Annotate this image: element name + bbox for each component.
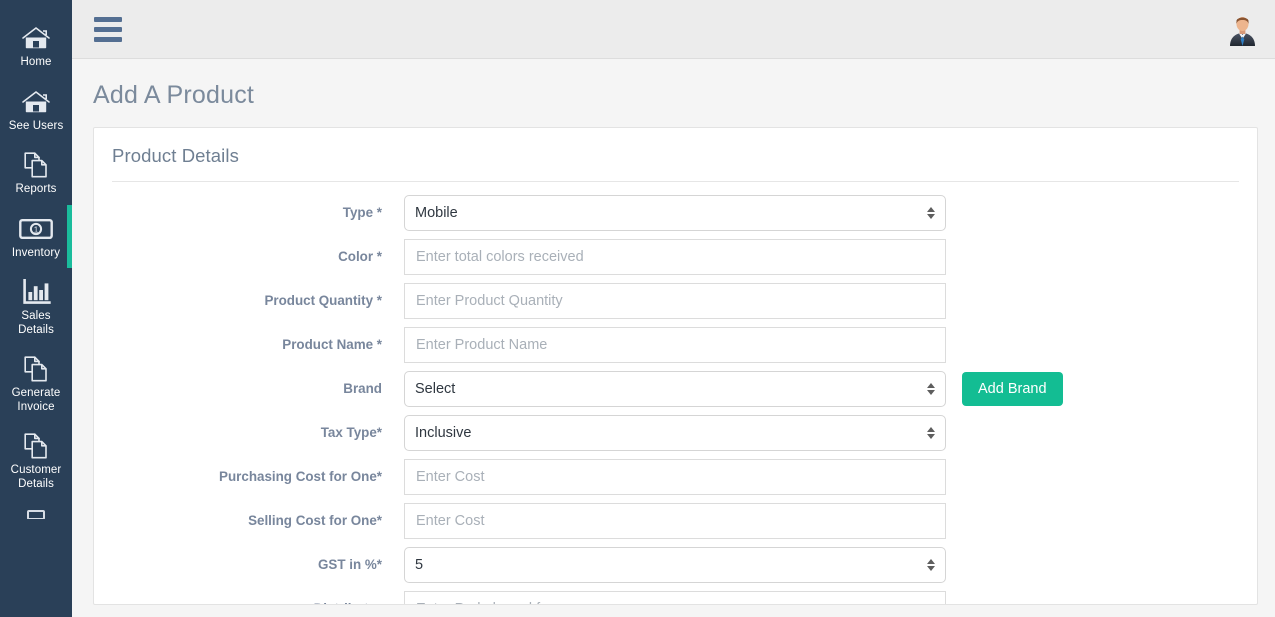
copy-files-icon xyxy=(23,432,50,460)
sidebar-item-label: Customer Details xyxy=(2,464,70,491)
field-wrap-product-name xyxy=(404,327,946,363)
field-wrap-product-quantity xyxy=(404,283,946,319)
label-purchasing-cost-for-one: Purchasing Cost for One* xyxy=(94,459,404,495)
home-icon xyxy=(2,87,70,117)
bar-chart-icon xyxy=(22,279,51,305)
field-wrap-color xyxy=(404,239,946,275)
select-brand[interactable]: Select xyxy=(404,371,946,407)
sidebar-item-reports[interactable]: Reports xyxy=(0,141,72,205)
sidebar-item-customer-details[interactable]: Customer Details xyxy=(0,422,72,499)
copy-files-icon xyxy=(23,355,50,383)
label-color: Color * xyxy=(94,239,404,275)
form-row-distributor: Distributor xyxy=(94,591,1257,605)
sidebar-item-label: See Users xyxy=(2,120,70,134)
user-avatar-icon[interactable] xyxy=(1226,13,1259,46)
form-row-selling-cost-for-one: Selling Cost for One* xyxy=(94,503,1257,539)
sidebar-item-label: Generate Invoice xyxy=(2,387,70,414)
sidebar-item-see-users[interactable]: See Users xyxy=(0,78,72,142)
input-product-quantity[interactable] xyxy=(404,283,946,319)
bar-chart-icon xyxy=(2,277,70,307)
panel-title: Product Details xyxy=(112,145,1239,167)
sidebar-item-label: Home xyxy=(2,56,70,70)
label-product-name: Product Name * xyxy=(94,327,404,363)
form-row-brand: BrandSelect Add Brand xyxy=(94,371,1257,407)
sidebar-item-label: Inventory xyxy=(2,247,70,261)
hamburger-icon[interactable] xyxy=(92,13,124,46)
sidebar-item-partial-next[interactable] xyxy=(0,499,72,519)
form-row-color: Color * xyxy=(94,239,1257,275)
sidebar-item-label: Sales Details xyxy=(2,310,70,337)
form-row-product-quantity: Product Quantity * xyxy=(94,283,1257,319)
content-area: Add A Product Product Details Type *Mobi… xyxy=(72,59,1275,617)
page-title: Add A Product xyxy=(93,81,1258,110)
sidebar-item-inventory[interactable]: 1 Inventory xyxy=(0,205,72,269)
sidebar-item-home[interactable]: Home xyxy=(0,14,72,78)
label-gst-in: GST in %* xyxy=(94,547,404,583)
add-brand-button[interactable]: Add Brand xyxy=(962,372,1063,406)
label-selling-cost-for-one: Selling Cost for One* xyxy=(94,503,404,539)
select-tax-type[interactable]: Inclusive xyxy=(404,415,946,451)
form-row-gst-in: GST in %*5 xyxy=(94,547,1257,583)
label-product-quantity: Product Quantity * xyxy=(94,283,404,319)
input-color[interactable] xyxy=(404,239,946,275)
field-wrap-gst-in: 5 xyxy=(404,547,946,583)
input-purchasing-cost-for-one[interactable] xyxy=(404,459,946,495)
product-form: Type *MobileColor *Product Quantity *Pro… xyxy=(94,182,1257,605)
select-gst-in[interactable]: 5 xyxy=(404,547,946,583)
copy-files-icon xyxy=(23,151,50,179)
form-row-product-name: Product Name * xyxy=(94,327,1257,363)
label-distributor: Distributor xyxy=(94,591,404,605)
topbar xyxy=(72,0,1275,59)
copy-files-icon xyxy=(2,431,70,461)
select-wrap-type: Mobile xyxy=(404,195,946,231)
hamburger-bar xyxy=(94,17,122,22)
select-wrap-brand: Select xyxy=(404,371,946,407)
svg-text:1: 1 xyxy=(34,225,39,234)
main-area: Add A Product Product Details Type *Mobi… xyxy=(72,0,1275,617)
input-product-name[interactable] xyxy=(404,327,946,363)
label-tax-type: Tax Type* xyxy=(94,415,404,451)
field-wrap-brand: Select Add Brand xyxy=(404,371,1063,407)
field-wrap-type: Mobile xyxy=(404,195,946,231)
partial-icon xyxy=(25,509,47,519)
field-wrap-distributor xyxy=(404,591,946,605)
home-icon xyxy=(2,23,70,53)
sidebar: Home See Users Reports 1 Inventory Sales Deta… xyxy=(0,0,72,617)
field-wrap-purchasing-cost-for-one xyxy=(404,459,946,495)
label-brand: Brand xyxy=(94,371,404,407)
sidebar-item-generate-invoice[interactable]: Generate Invoice xyxy=(0,345,72,422)
input-selling-cost-for-one[interactable] xyxy=(404,503,946,539)
select-type[interactable]: Mobile xyxy=(404,195,946,231)
form-row-type: Type *Mobile xyxy=(94,195,1257,231)
copy-files-icon xyxy=(2,354,70,384)
product-details-panel: Product Details Type *MobileColor *Produ… xyxy=(93,127,1258,605)
label-type: Type * xyxy=(94,195,404,231)
input-distributor[interactable] xyxy=(404,591,946,605)
app-root: Home See Users Reports 1 Inventory Sales Deta… xyxy=(0,0,1275,617)
hamburger-bar xyxy=(94,27,122,32)
panel-header: Product Details xyxy=(94,128,1257,182)
hamburger-bar xyxy=(94,37,122,42)
field-wrap-tax-type: Inclusive xyxy=(404,415,946,451)
select-wrap-gst-in: 5 xyxy=(404,547,946,583)
home-icon xyxy=(21,89,51,115)
form-row-purchasing-cost-for-one: Purchasing Cost for One* xyxy=(94,459,1257,495)
sidebar-item-label: Reports xyxy=(2,183,70,197)
select-wrap-tax-type: Inclusive xyxy=(404,415,946,451)
field-wrap-selling-cost-for-one xyxy=(404,503,946,539)
money-bill-icon: 1 xyxy=(19,218,53,240)
home-icon xyxy=(21,25,51,51)
money-bill-icon: 1 xyxy=(2,214,70,244)
sidebar-item-sales-details[interactable]: Sales Details xyxy=(0,268,72,345)
form-row-tax-type: Tax Type*Inclusive xyxy=(94,415,1257,451)
copy-files-icon xyxy=(2,150,70,180)
